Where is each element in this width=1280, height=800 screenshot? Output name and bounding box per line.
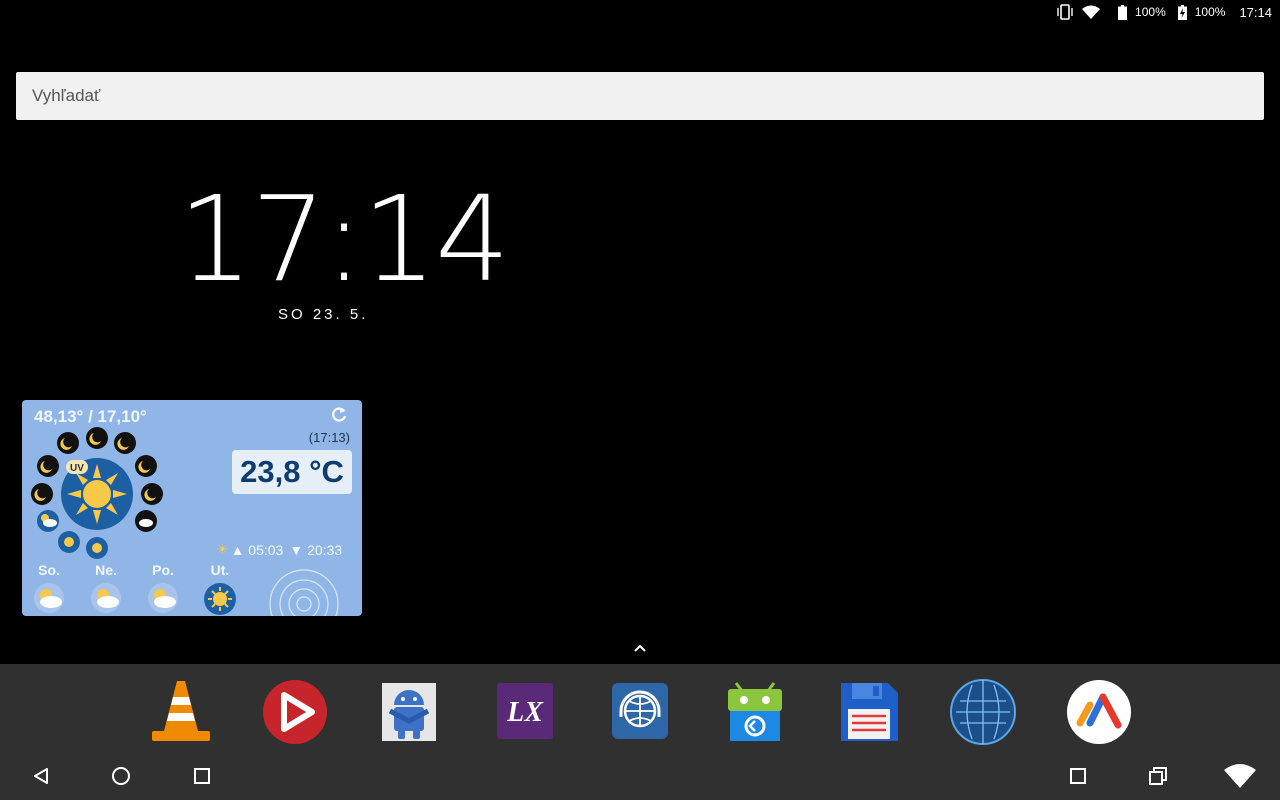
sun-dial-icon: UV — [31, 427, 163, 559]
search-bar[interactable]: Vyhľadať — [16, 72, 1264, 120]
battery-charging-icon — [1177, 4, 1187, 20]
square-button[interactable] — [1064, 763, 1092, 789]
svg-text:UV: UV — [70, 463, 84, 474]
sunset-time: ▼ 20:33 — [289, 541, 343, 558]
sun-times: ☀ ▲ 05:03 ▼ 20:33 — [216, 541, 342, 558]
recents-square-icon — [194, 768, 210, 784]
clock-time[interactable]: 17:14 — [178, 180, 510, 298]
battery-percent-label: 100% — [1135, 5, 1166, 19]
battery-percent-label-2: 100% — [1194, 5, 1226, 19]
home-button[interactable] — [107, 763, 135, 789]
forecast-day-label: So. — [38, 562, 60, 578]
square-icon — [1070, 768, 1086, 784]
vibrate-icon — [1056, 4, 1074, 20]
forecast-day-label: Ne. — [95, 562, 117, 578]
back-triangle-icon — [34, 768, 48, 784]
vlc-cone-icon[interactable] — [148, 679, 214, 745]
refresh-icon[interactable] — [330, 406, 348, 429]
radar-icon[interactable] — [264, 566, 344, 616]
wifi-icon — [1224, 764, 1256, 788]
forecast-day-label: Po. — [152, 562, 174, 578]
status-time: 17:14 — [1239, 4, 1272, 20]
play-icon[interactable] — [262, 679, 328, 745]
globe-headphones-icon[interactable] — [607, 679, 673, 745]
back-button[interactable] — [27, 763, 55, 789]
android-robot-icon[interactable] — [722, 679, 788, 745]
wifi-icon — [1082, 5, 1101, 19]
forecast-day-label: Ut. — [210, 562, 230, 578]
sun-small-icon: ☀ — [216, 541, 229, 557]
sunrise-time: ▲ 05:03 — [230, 541, 284, 558]
lx-label: LX — [506, 697, 544, 728]
earth-icon[interactable] — [950, 679, 1016, 745]
weather-coordinates: 48,13° / 17,10° — [34, 407, 147, 426]
wifi-nav-button[interactable] — [1222, 763, 1258, 789]
home-circle-icon — [112, 767, 130, 785]
clock-date[interactable]: SO 23. 5. — [278, 306, 368, 323]
battery-icon — [1118, 4, 1128, 20]
partly-cloudy-icon — [91, 583, 121, 613]
windows-button[interactable] — [1144, 763, 1172, 789]
weather-updated-time: (17:13) — [308, 430, 350, 445]
floppy-icon[interactable] — [836, 679, 902, 745]
chevron-up-icon[interactable] — [632, 640, 648, 661]
temperature-display: 23,8 °C — [232, 450, 352, 494]
android-icon[interactable] — [376, 679, 442, 745]
partly-cloudy-icon — [148, 583, 178, 613]
v-icon[interactable] — [1066, 679, 1132, 745]
overlapping-windows-icon — [1149, 767, 1167, 785]
search-placeholder: Vyhľadať — [32, 86, 101, 105]
recents-button[interactable] — [188, 763, 216, 789]
sunny-icon — [204, 583, 236, 615]
weather-widget[interactable]: 48,13° / 17,10° (17:13) UV 23,8 °C ☀ ▲ 0… — [22, 400, 362, 616]
lx-icon[interactable]: LX — [492, 679, 558, 745]
status-bar: 100% 100% 17:14 — [0, 0, 1280, 24]
partly-cloudy-icon — [34, 583, 64, 613]
